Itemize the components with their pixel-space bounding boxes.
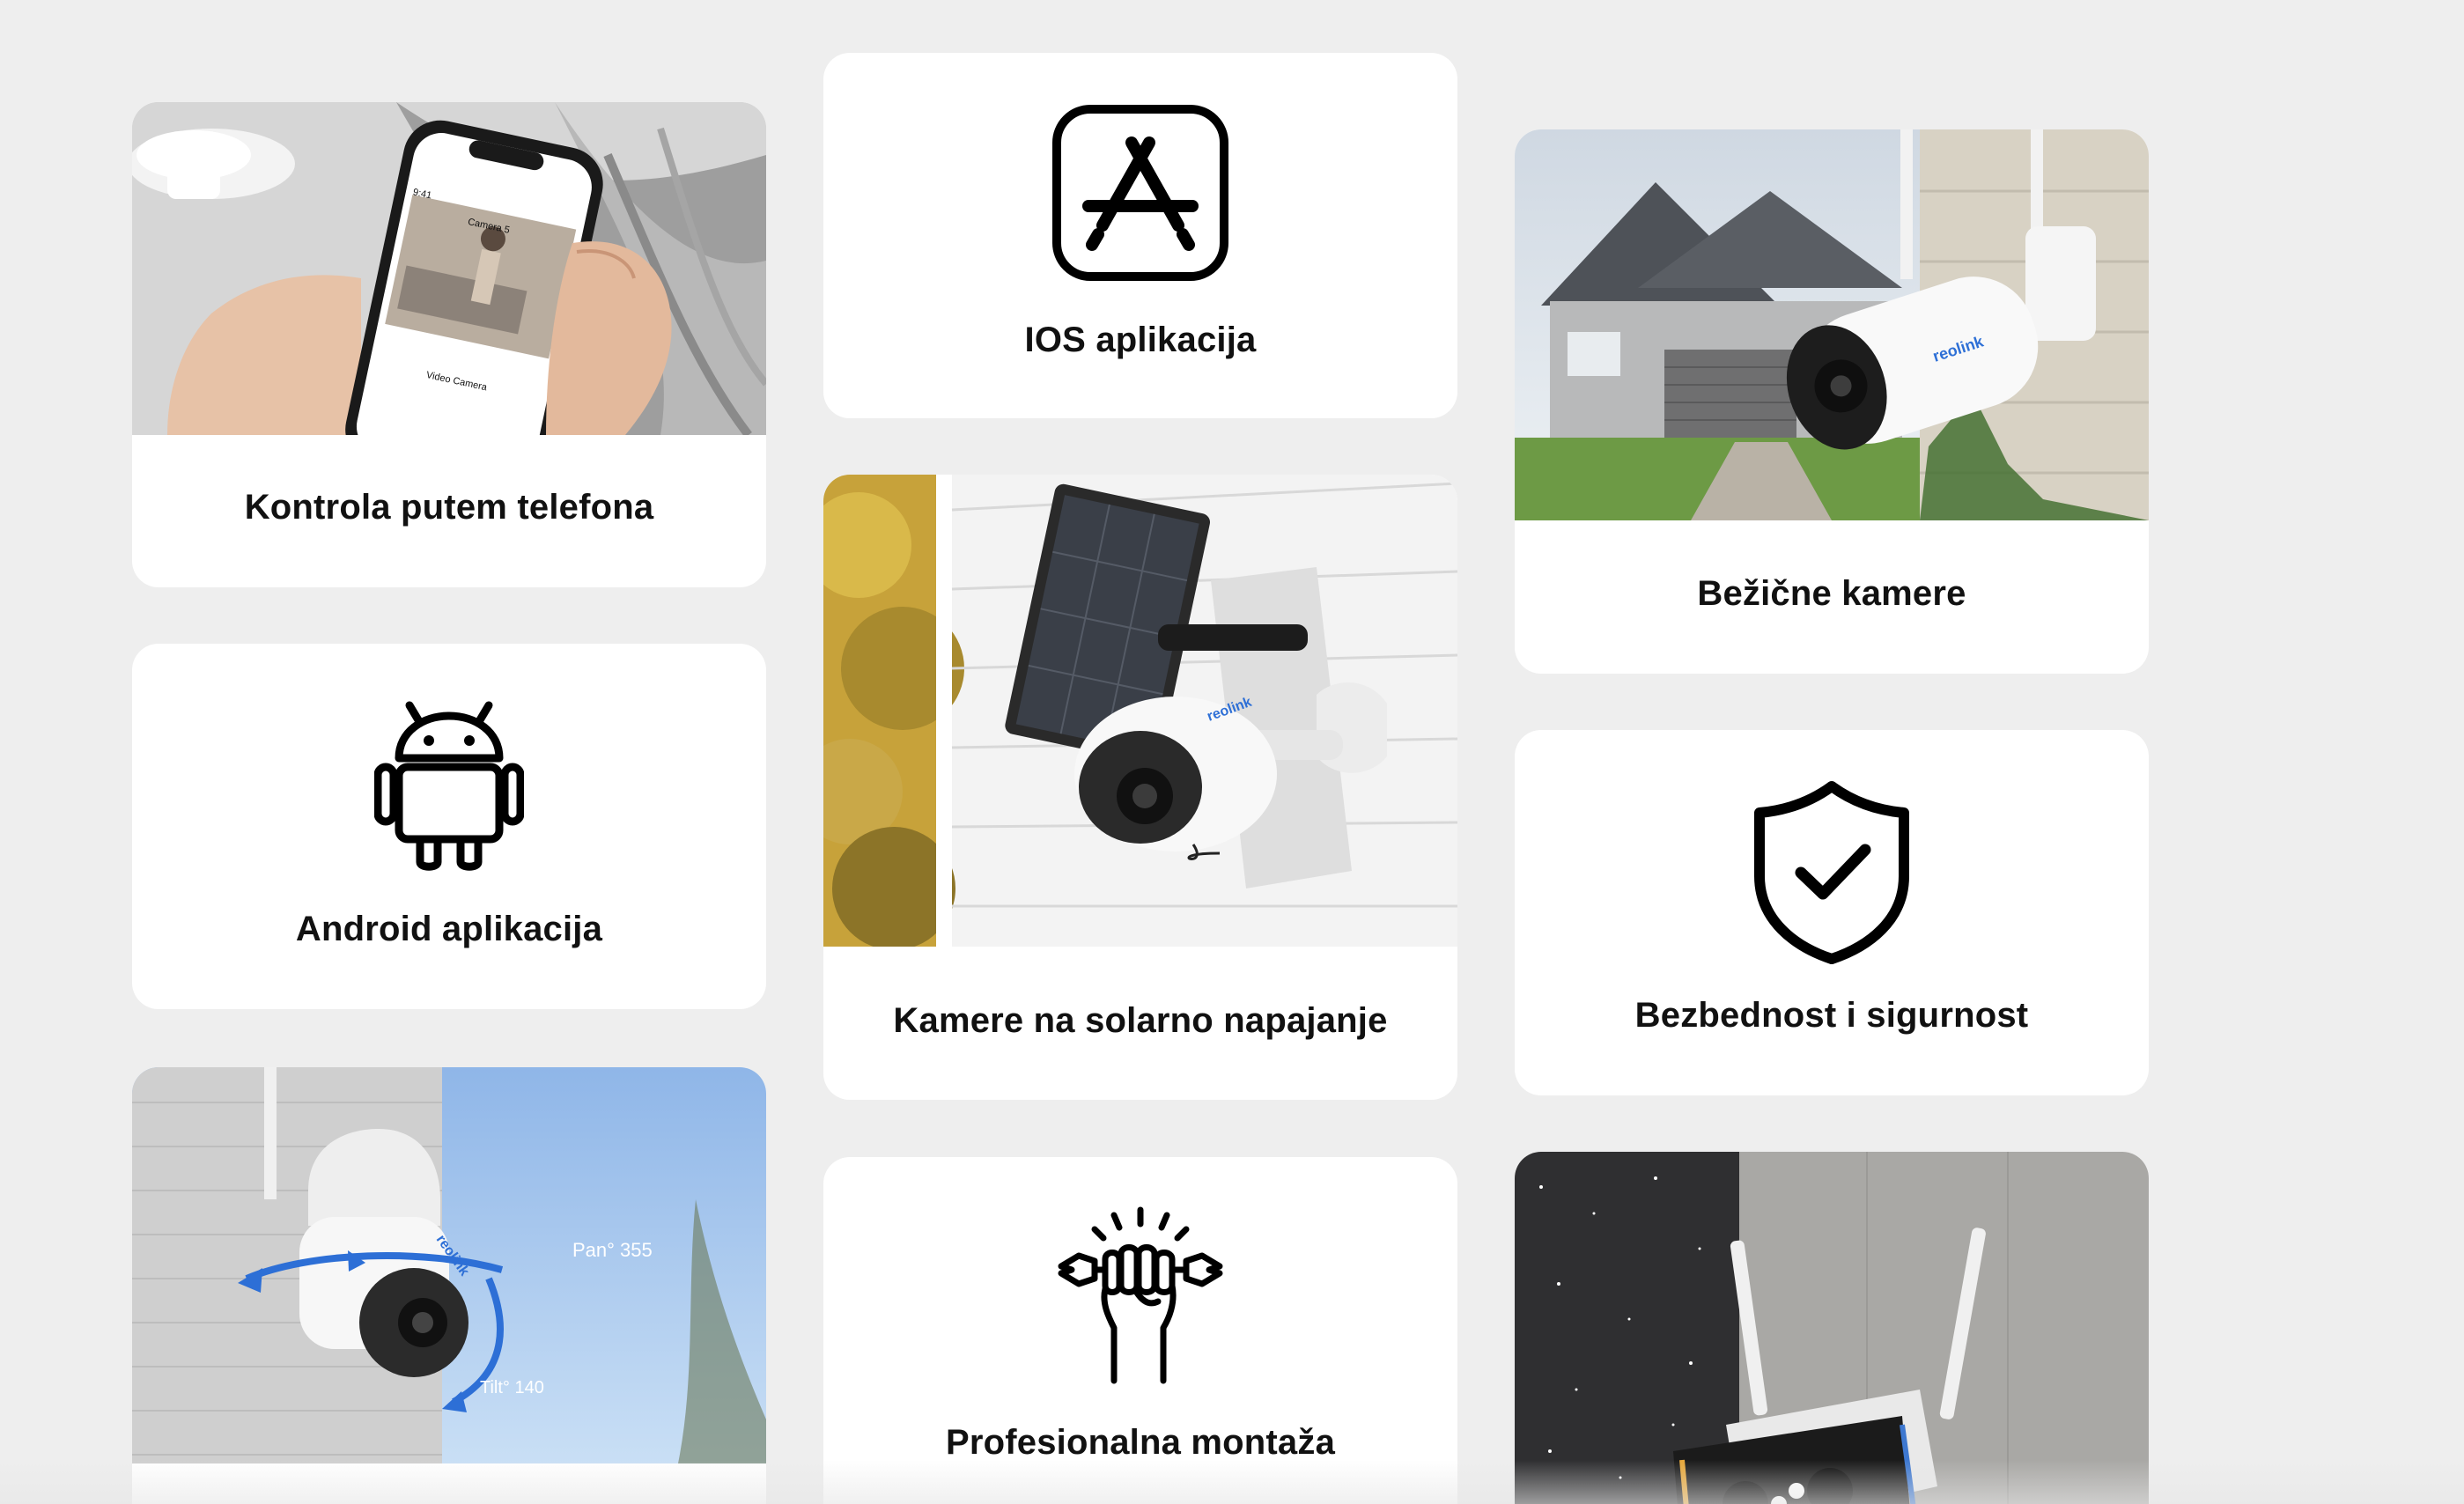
app-store-icon (1050, 102, 1231, 284)
android-icon (374, 697, 524, 873)
solar-camera-image: reolink (823, 475, 1457, 947)
card-professional-installation[interactable]: Profesionalna montaža (823, 1157, 1457, 1504)
ptz-camera-image: Pan° 355 Tilt° 140 reolink (132, 1067, 766, 1463)
card-android-app[interactable]: Android aplikacija (132, 644, 766, 1009)
card-label-ios-app: IOS aplikacija (1024, 321, 1257, 359)
tilt-text: Tilt° 140 (480, 1378, 544, 1397)
wireless-camera-image: reolink (1515, 129, 2149, 520)
card-wireless-cameras[interactable]: reolink Bežične kamere (1515, 129, 2149, 674)
card-label-security: Bezbednost i sigurnost (1634, 996, 2029, 1035)
card-ptz-camera[interactable]: Pan° 355 Tilt° 140 reolink (132, 1067, 766, 1504)
card-label-solar-cameras: Kamere na solarno napajanje (893, 1001, 1388, 1040)
pan-text: Pan° 355 (572, 1239, 653, 1261)
shield-check-icon (1752, 779, 1911, 964)
card-label-wireless-cameras: Bežične kamere (1697, 574, 1966, 613)
card-label-android-app: Android aplikacija (295, 910, 603, 948)
card-ios-app[interactable]: IOS aplikacija (823, 53, 1457, 418)
wrench-fist-icon (1052, 1205, 1228, 1390)
card-label-professional-installation: Profesionalna montaža (945, 1423, 1336, 1462)
dual-lens-camera-image (1515, 1152, 2149, 1504)
card-dual-lens-camera[interactable] (1515, 1152, 2149, 1504)
card-solar-cameras[interactable]: reolink Kamere na solarno napajanje (823, 475, 1457, 1100)
card-label-phone-control: Kontrola putem telefona (244, 488, 654, 527)
card-phone-control[interactable]: 9:41 Camera 5 Video Camera Kontrola pute… (132, 102, 766, 587)
phone-control-image: 9:41 Camera 5 Video Camera (132, 102, 766, 435)
feature-grid-page: 9:41 Camera 5 Video Camera Kontrola pute… (0, 0, 2464, 1504)
card-security[interactable]: Bezbednost i sigurnost (1515, 730, 2149, 1095)
